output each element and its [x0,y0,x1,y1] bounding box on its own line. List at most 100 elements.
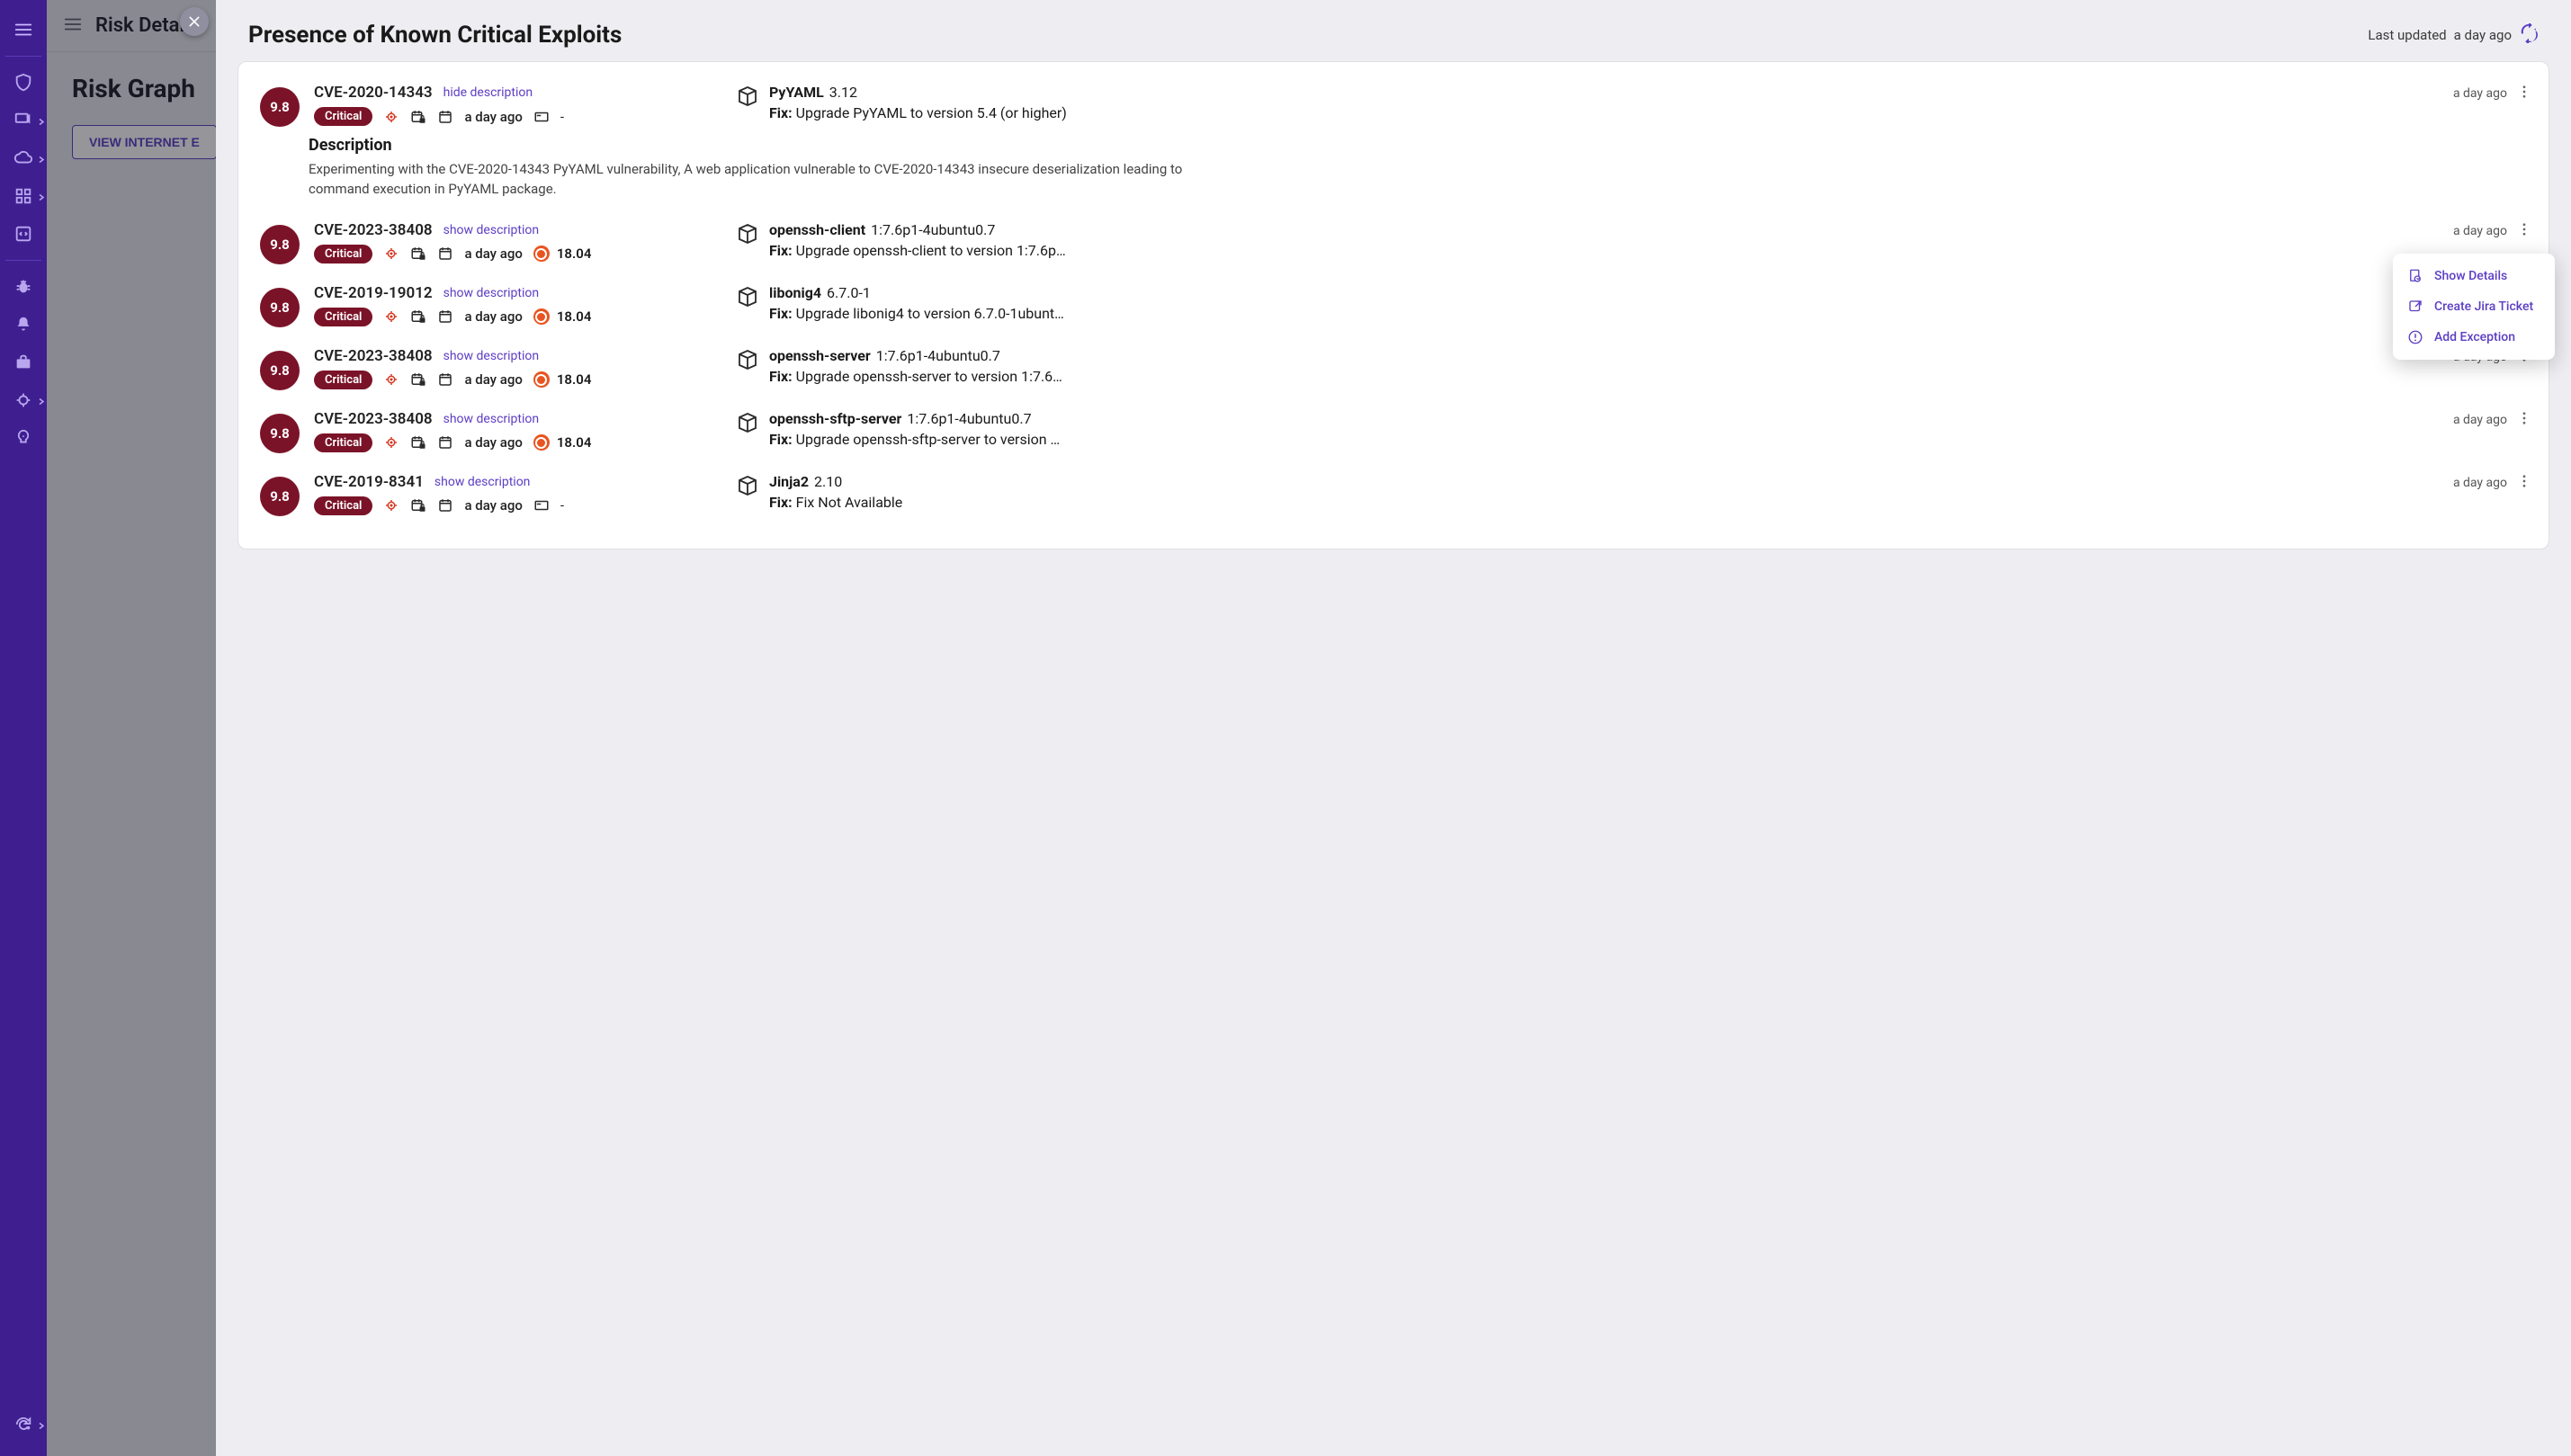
os-version: 18.04 [557,434,592,451]
detected-ago: a day ago [464,371,522,388]
ctx-create-jira[interactable]: Create Jira Ticket [2393,291,2555,322]
target-icon [383,434,399,451]
left-rail [0,0,47,1456]
package-icon [737,221,758,248]
rail-item-code[interactable] [0,215,47,253]
fix-label: Fix: [769,431,793,448]
rail-item-apps[interactable] [0,177,47,215]
panel-title: Presence of Known Critical Exploits [248,22,622,49]
rail-item-vulns[interactable] [0,268,47,306]
row-updated-ago: a day ago [2453,476,2507,490]
toggle-description-link[interactable]: show description [434,475,531,489]
calendar-icon [437,246,453,262]
close-button[interactable] [180,7,209,36]
calendar-icon [437,308,453,325]
calendar-lock-icon [410,497,426,514]
package-name: PyYAML [769,84,824,101]
package-name: Jinja2 [769,473,809,490]
cvss-score: 9.8 [260,225,300,264]
target-icon [383,371,399,388]
ctx-add-exception[interactable]: Add Exception [2393,322,2555,353]
package-version: 2.10 [814,473,842,490]
toggle-description-link[interactable]: show description [443,223,540,237]
sync-icon[interactable] [2519,23,2539,47]
rail-item-settings[interactable] [0,1406,47,1443]
rail-item-target[interactable] [0,381,47,419]
target-icon [383,308,399,325]
row-menu-button[interactable] [2516,84,2532,103]
toggle-description-link[interactable]: show description [443,349,540,363]
os-version: 18.04 [557,246,592,262]
calendar-icon [437,434,453,451]
card-icon [533,497,550,514]
detected-ago: a day ago [464,434,522,451]
detected-ago: a day ago [464,246,522,262]
rail-item-workloads[interactable] [0,102,47,139]
fix-text: Upgrade openssh-client to version 1:7.6p… [796,242,1066,259]
row-menu-button[interactable] [2516,410,2532,430]
rail-item-shield[interactable] [0,64,47,102]
detected-ago: a day ago [464,497,522,514]
fix-text: Upgrade openssh-sftp-server to version … [796,431,1061,448]
target-icon [383,246,399,262]
rail-item-alerts[interactable] [0,306,47,344]
package-version: 6.7.0-1 [827,284,871,301]
package-version: 1:7.6p1-4ubuntu0.7 [871,221,995,238]
ctx-show-details[interactable]: Show Details [2393,261,2555,291]
row-updated-ago: a day ago [2453,413,2507,427]
calendar-lock-icon [410,434,426,451]
description-block: Description Experimenting with the CVE-20… [249,134,2538,209]
toggle-description-link[interactable]: hide description [443,85,533,100]
cvss-score: 9.8 [260,288,300,327]
ubuntu-icon [533,371,550,388]
detected-ago: a day ago [464,109,522,125]
ubuntu-icon [533,434,550,451]
package-version: 3.12 [829,84,857,101]
exploit-list: 9.8 CVE-2020-14343 hide description Crit… [237,61,2549,549]
row-menu-button[interactable] [2516,473,2532,493]
cve-id[interactable]: CVE-2023-38408 [314,347,433,365]
calendar-lock-icon [410,109,426,125]
row-menu-button[interactable] [2516,221,2532,241]
toggle-description-link[interactable]: show description [443,412,540,426]
last-updated-prefix: Last updated [2368,27,2446,43]
dash-placeholder: - [560,497,564,514]
cve-id[interactable]: CVE-2019-8341 [314,473,424,491]
exploit-row: 9.8 CVE-2019-19012 show description Crit… [249,272,2538,335]
toggle-description-link[interactable]: show description [443,286,540,300]
calendar-lock-icon [410,308,426,325]
description-text: Experimenting with the CVE-2020-14343 Py… [309,160,1190,200]
cve-id[interactable]: CVE-2023-38408 [314,410,433,428]
exploit-row: 9.8 CVE-2023-38408 show description Crit… [249,397,2538,460]
calendar-icon [437,109,453,125]
row-updated-ago: a day ago [2453,86,2507,101]
last-updated-value: a day ago [2454,27,2512,43]
row-context-menu: Show Details Create Jira Ticket Add Exce… [2393,254,2555,360]
detected-ago: a day ago [464,308,522,325]
calendar-lock-icon [410,371,426,388]
cve-id[interactable]: CVE-2019-19012 [314,284,433,302]
calendar-icon [437,371,453,388]
cvss-score: 9.8 [260,351,300,390]
cve-id[interactable]: CVE-2023-38408 [314,221,433,239]
description-heading: Description [309,136,2532,155]
exploit-row: 9.8 CVE-2023-38408 show description Crit… [249,335,2538,397]
rail-item-cases[interactable] [0,344,47,381]
severity-badge: Critical [314,308,372,326]
severity-badge: Critical [314,496,372,515]
os-version: 18.04 [557,371,592,388]
cve-id[interactable]: CVE-2020-14343 [314,84,433,102]
exploit-row: 9.8 CVE-2023-38408 show description Crit… [249,209,2538,272]
fix-label: Fix: [769,494,793,511]
package-icon [737,410,758,437]
package-icon [737,84,758,111]
ubuntu-icon [533,308,550,325]
severity-badge: Critical [314,433,372,452]
ubuntu-icon [533,246,550,262]
fix-label: Fix: [769,242,793,259]
package-name: openssh-client [769,221,865,238]
rail-hamburger[interactable] [0,11,47,49]
rail-item-cloud[interactable] [0,139,47,177]
rail-item-insights[interactable] [0,419,47,457]
fix-text: Upgrade libonig4 to version 6.7.0-1ubunt… [796,305,1064,322]
